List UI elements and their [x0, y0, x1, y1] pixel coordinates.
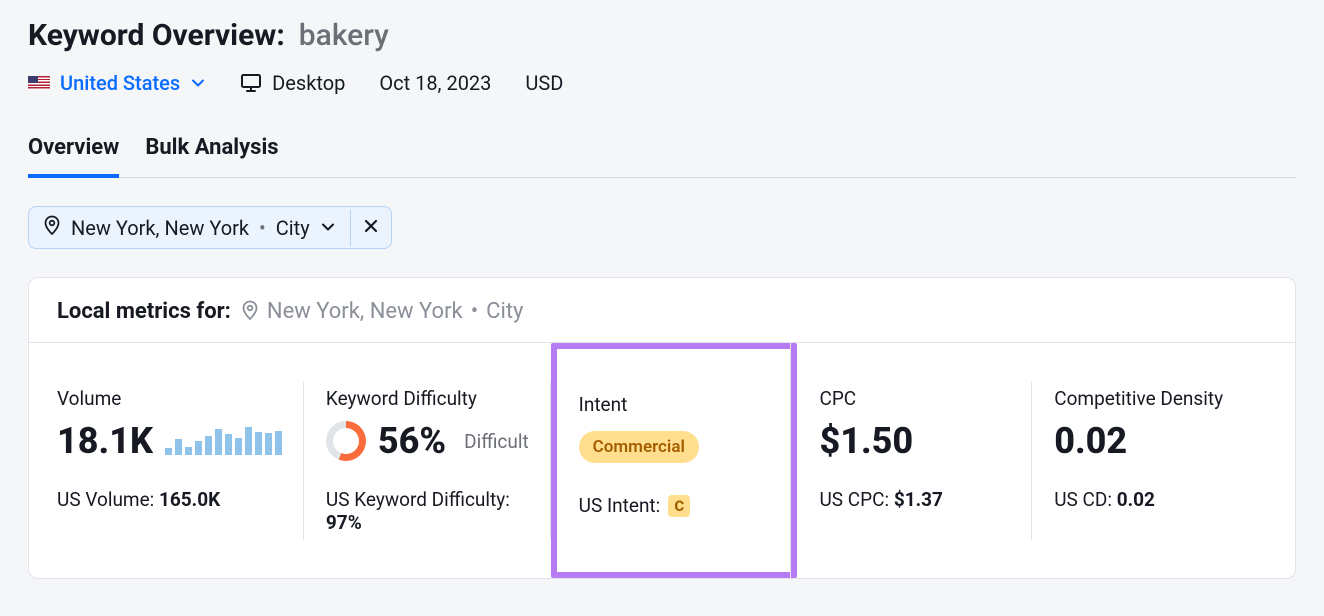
metric-intent-sub: US Intent: C — [579, 494, 770, 517]
panel-location: New York, New York • City — [241, 298, 524, 324]
metric-kd-sub: US Keyword Difficulty: 97% — [326, 488, 529, 534]
pin-icon — [241, 300, 259, 326]
tabs: Overview Bulk Analysis — [28, 135, 1296, 178]
filter-row: New York, New York • City — [28, 206, 1296, 249]
metric-intent-sub-label: US Intent: — [579, 494, 661, 517]
separator-dot: • — [259, 216, 266, 240]
metric-cpc: CPC $1.50 US CPC: $1.37 — [797, 387, 1032, 534]
metric-cpc-sub: US CPC: $1.37 — [819, 488, 1010, 511]
metrics-row: Volume 18.1K US Volume: 165.0K Keyword D… — [29, 343, 1295, 578]
metric-kd-value-row: 56% Difficult — [326, 418, 529, 464]
metric-intent-label: Intent — [579, 393, 770, 416]
metric-volume-sub-value: 165.0K — [159, 488, 220, 511]
kd-ring-icon — [326, 421, 366, 461]
country-name: United States — [60, 71, 180, 95]
metric-volume: Volume 18.1K US Volume: 165.0K — [57, 387, 304, 534]
date-indicator: Oct 18, 2023 — [379, 71, 491, 95]
page-title-prefix: Keyword Overview: — [28, 18, 285, 53]
intent-badge: Commercial — [579, 431, 699, 463]
location-filter: New York, New York • City — [28, 206, 392, 249]
us-flag-icon — [28, 76, 50, 90]
metric-volume-value-row: 18.1K — [57, 418, 282, 464]
panel-location-name: New York, New York — [267, 299, 463, 324]
intent-small-badge: C — [668, 495, 690, 517]
metric-cd: Competitive Density 0.02 US CD: 0.02 — [1032, 387, 1267, 534]
metric-intent-value-row: Commercial — [579, 424, 770, 470]
metric-kd-sub-label: US Keyword Difficulty: — [326, 488, 510, 511]
tab-overview[interactable]: Overview — [28, 135, 119, 178]
location-filter-dropdown[interactable]: New York, New York • City — [29, 207, 350, 248]
metric-cpc-sub-value: $1.37 — [894, 488, 943, 511]
metric-kd-label: Keyword Difficulty — [326, 387, 529, 410]
metric-kd-difficulty-label: Difficult — [464, 430, 529, 453]
panel-lead: Local metrics for: — [57, 299, 231, 324]
pin-icon — [43, 215, 61, 240]
metric-volume-sub: US Volume: 165.0K — [57, 488, 282, 511]
metric-cd-sub-value: 0.02 — [1117, 488, 1155, 511]
desktop-icon — [240, 72, 262, 94]
volume-trend-sparkline — [165, 427, 282, 455]
metric-intent: Intent Commercial US Intent: C — [551, 343, 798, 578]
metric-cpc-sub-label: US CPC: — [819, 488, 889, 511]
metric-cd-value-row: 0.02 — [1054, 418, 1245, 464]
metric-cd-label: Competitive Density — [1054, 387, 1245, 410]
metric-kd-value: 56% — [378, 420, 446, 462]
clear-filter-button[interactable] — [350, 210, 391, 246]
panel-location-type: City — [486, 299, 523, 324]
metric-volume-sub-label: US Volume: — [57, 488, 154, 511]
country-selector[interactable]: United States — [28, 71, 206, 95]
metric-cpc-label: CPC — [819, 387, 1010, 410]
chevron-down-icon — [320, 216, 336, 240]
date-label: Oct 18, 2023 — [379, 71, 491, 95]
location-filter-name: New York, New York — [71, 216, 249, 240]
currency-indicator: USD — [525, 71, 563, 95]
device-indicator: Desktop — [240, 71, 345, 95]
tab-bulk-analysis[interactable]: Bulk Analysis — [145, 135, 278, 177]
meta-row: United States Desktop Oct 18, 2023 USD — [28, 71, 1296, 95]
metric-kd-sub-value: 97% — [326, 511, 362, 534]
metric-cpc-value-row: $1.50 — [819, 418, 1010, 464]
page-title-row: Keyword Overview: bakery — [28, 0, 1296, 53]
panel-header: Local metrics for: New York, New York • … — [29, 278, 1295, 343]
metric-cpc-value: $1.50 — [819, 420, 913, 462]
device-label: Desktop — [272, 71, 345, 95]
chevron-down-icon — [190, 75, 206, 91]
page-title-keyword: bakery — [299, 18, 389, 53]
location-filter-type: City — [276, 216, 310, 240]
metric-volume-value: 18.1K — [57, 420, 153, 462]
metric-cd-sub-label: US CD: — [1054, 488, 1112, 511]
metric-cd-sub: US CD: 0.02 — [1054, 488, 1245, 511]
metric-volume-label: Volume — [57, 387, 282, 410]
currency-label: USD — [525, 71, 563, 95]
metric-kd: Keyword Difficulty 56% Difficult US Keyw… — [304, 387, 551, 534]
metric-cd-value: 0.02 — [1054, 420, 1127, 462]
separator-dot: • — [471, 299, 478, 324]
local-metrics-panel: Local metrics for: New York, New York • … — [28, 277, 1296, 579]
close-icon — [363, 218, 379, 238]
